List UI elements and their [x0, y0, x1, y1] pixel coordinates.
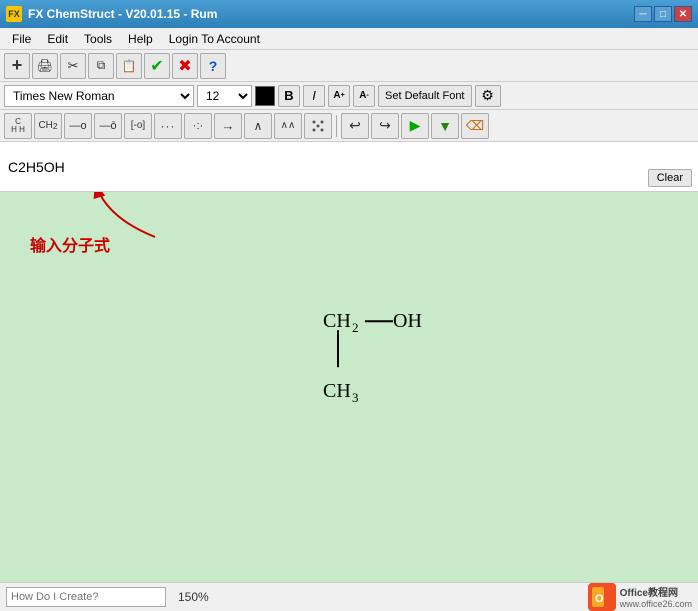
menubar: File Edit Tools Help Login To Account: [0, 28, 698, 50]
toolbar3-chem: C H H CH2 —o —ō [-o] ··· ·:· → ∧ ∧∧ ↩ ↪ …: [0, 110, 698, 142]
clear-button[interactable]: Clear: [648, 169, 692, 187]
help-button[interactable]: ?: [200, 53, 226, 79]
office-logo: O Office教程网 www.office26.com: [588, 583, 692, 611]
bold-button[interactable]: B: [278, 85, 300, 107]
bond-single-button[interactable]: —o: [64, 113, 92, 139]
statusbar: 150% O Office教程网 www.office26.com: [0, 582, 698, 610]
font-family-select[interactable]: Times New Roman Arial Calibri: [4, 85, 194, 107]
office-text-group: Office教程网 www.office26.com: [620, 584, 692, 609]
settings-button[interactable]: ⚙: [475, 85, 501, 107]
bond-bracket-button[interactable]: [-o]: [124, 113, 152, 139]
cut-button[interactable]: ✂: [60, 53, 86, 79]
ch3-subscript: 3: [352, 390, 359, 405]
wave-bond-button[interactable]: ∧: [244, 113, 272, 139]
canvas-area: 输入分子式 CH 2 OH CH 3: [0, 192, 698, 582]
green-arrow-down-button[interactable]: ▼: [431, 113, 459, 139]
ch-button[interactable]: C H H: [4, 113, 32, 139]
dot-pattern-button[interactable]: [304, 113, 332, 139]
ch3-text: CH: [323, 380, 351, 402]
chemical-structure: CH 2 OH CH 3: [283, 277, 503, 460]
dot-pattern-icon: [311, 119, 325, 133]
annotation-group: 输入分子式: [30, 232, 110, 256]
toolbar2-font: Times New Roman Arial Calibri 8 10 12 14…: [0, 82, 698, 110]
set-default-font-button[interactable]: Set Default Font: [378, 85, 472, 107]
office-svg-icon: O: [588, 583, 616, 611]
undo-button[interactable]: ↩: [341, 113, 369, 139]
copy-button[interactable]: ⧉: [88, 53, 114, 79]
two-dots-button[interactable]: ·:·: [184, 113, 212, 139]
title-text: FX ChemStruct - V20.01.15 - Rum: [28, 7, 634, 21]
oh-text: OH: [393, 310, 422, 332]
green-arrow-right-button[interactable]: ▶: [401, 113, 429, 139]
titlebar: FX FX ChemStruct - V20.01.15 - Rum ─ □ ✕: [0, 0, 698, 28]
double-wave-button[interactable]: ∧∧: [274, 113, 302, 139]
ch2-button[interactable]: CH2: [34, 113, 62, 139]
arrow-button[interactable]: →: [214, 113, 242, 139]
maximize-button[interactable]: □: [654, 6, 672, 22]
zoom-level: 150%: [178, 590, 209, 604]
app-icon: FX: [6, 6, 22, 22]
cancel-button[interactable]: ✖: [172, 53, 198, 79]
ch2-text: CH: [323, 310, 351, 332]
ok-button[interactable]: ✔: [144, 53, 170, 79]
minimize-button[interactable]: ─: [634, 6, 652, 22]
bond-double-button[interactable]: —ō: [94, 113, 122, 139]
italic-button[interactable]: I: [303, 85, 325, 107]
separator1: [336, 115, 337, 137]
molecule-input[interactable]: [0, 142, 698, 191]
ch2-subscript: 2: [352, 320, 359, 335]
menu-login[interactable]: Login To Account: [161, 30, 268, 48]
svg-text:O: O: [595, 593, 604, 605]
subscript-button[interactable]: A-: [353, 85, 375, 107]
office-site-url: www.office26.com: [620, 599, 692, 609]
font-size-select[interactable]: 8 10 12 14 16 18 24: [197, 85, 252, 107]
window-controls: ─ □ ✕: [634, 6, 692, 22]
office-site-label: Office教程网: [620, 584, 678, 599]
annotation-arrow: [85, 192, 205, 247]
how-do-i-create-input[interactable]: [6, 587, 166, 607]
superscript-button[interactable]: A+: [328, 85, 350, 107]
three-dots-button[interactable]: ···: [154, 113, 182, 139]
menu-file[interactable]: File: [4, 30, 39, 48]
add-button[interactable]: +: [4, 53, 30, 79]
structure-svg: CH 2 OH CH 3: [283, 277, 503, 457]
input-area: Clear: [0, 142, 698, 192]
menu-help[interactable]: Help: [120, 30, 161, 48]
office-icon: O: [588, 583, 616, 611]
eraser-button[interactable]: ⌫: [461, 113, 489, 139]
toolbar1: + 🖨 ✂ ⧉ 📋 ✔ ✖ ?: [0, 50, 698, 82]
menu-edit[interactable]: Edit: [39, 30, 76, 48]
print-button[interactable]: 🖨: [32, 53, 58, 79]
paste-button[interactable]: 📋: [116, 53, 142, 79]
menu-tools[interactable]: Tools: [76, 30, 120, 48]
redo-button[interactable]: ↪: [371, 113, 399, 139]
close-button[interactable]: ✕: [674, 6, 692, 22]
font-color-picker[interactable]: [255, 86, 275, 106]
